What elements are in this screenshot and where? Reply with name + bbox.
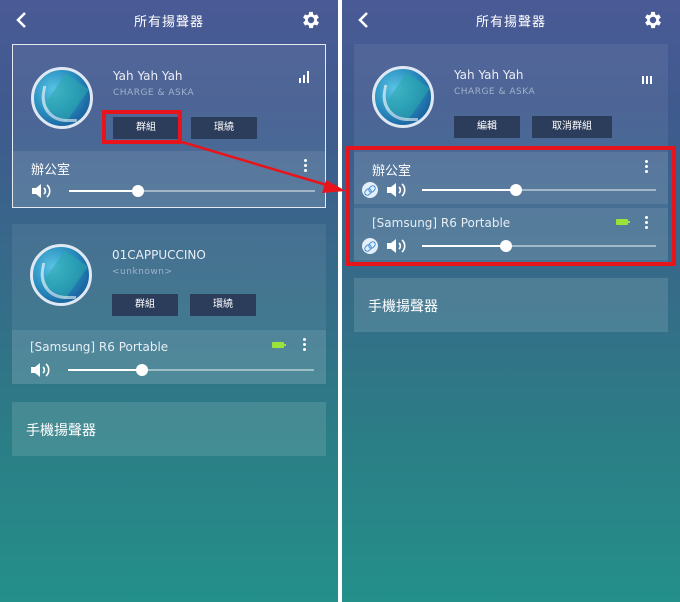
more-options-icon[interactable] bbox=[303, 159, 307, 173]
speaker-card-samsung: 01CAPPUCCINO <unknown> 群組 環繞 [Samsung] R… bbox=[12, 224, 326, 384]
group-button[interactable]: 群組 bbox=[113, 117, 179, 139]
page-title: 所有揚聲器 bbox=[133, 15, 204, 30]
more-options-icon[interactable] bbox=[644, 160, 648, 174]
more-options-icon[interactable] bbox=[644, 216, 648, 230]
volume-slider[interactable] bbox=[422, 240, 656, 252]
volume-slider[interactable] bbox=[69, 185, 315, 197]
left-screen: 所有揚聲器 Yah Yah Yah CHARGE & ASKA 群組 環繞 辦公… bbox=[0, 0, 338, 602]
phone-speakers-card[interactable]: 手機揚聲器 bbox=[354, 278, 668, 332]
surround-button[interactable]: 環繞 bbox=[190, 294, 256, 316]
page-title: 所有揚聲器 bbox=[475, 15, 546, 30]
speaker-volume-icon[interactable] bbox=[30, 362, 52, 378]
device-row: [Samsung] R6 Portable bbox=[354, 208, 668, 260]
volume-slider-knob[interactable] bbox=[131, 185, 144, 197]
volume-slider[interactable] bbox=[422, 184, 656, 196]
device-name: [Samsung] R6 Portable bbox=[30, 340, 169, 354]
phone-speakers-label: 手機揚聲器 bbox=[368, 299, 438, 315]
top-bar: 所有揚聲器 bbox=[342, 0, 680, 40]
room-name: 辦公室 bbox=[372, 164, 412, 179]
speaker-volume-icon[interactable] bbox=[31, 183, 53, 199]
speaker-volume-icon[interactable] bbox=[386, 182, 408, 198]
gear-icon[interactable] bbox=[300, 9, 322, 31]
song-title: 01CAPPUCCINO bbox=[112, 248, 206, 262]
volume-slider-knob[interactable] bbox=[135, 364, 148, 376]
artist-name: CHARGE & ASKA bbox=[454, 87, 536, 97]
battery-icon bbox=[616, 219, 630, 225]
pause-bars-icon bbox=[642, 72, 654, 84]
phone-speakers-card[interactable]: 手機揚聲器 bbox=[12, 402, 326, 456]
album-art bbox=[31, 67, 93, 129]
group-button[interactable]: 群組 bbox=[112, 294, 178, 316]
more-options-icon[interactable] bbox=[302, 338, 306, 352]
right-screen: 所有揚聲器 Yah Yah Yah CHARGE & ASKA 編輯 取消群組 … bbox=[342, 0, 680, 602]
device-name: [Samsung] R6 Portable bbox=[372, 216, 511, 230]
album-art bbox=[30, 244, 92, 306]
device-row: [Samsung] R6 Portable bbox=[12, 330, 326, 384]
artist-name: CHARGE & ASKA bbox=[113, 88, 195, 98]
room-row: 辦公室 bbox=[354, 152, 668, 204]
group-card: Yah Yah Yah CHARGE & ASKA 編輯 取消群組 辦公室 [S… bbox=[354, 44, 668, 262]
signal-icon bbox=[299, 71, 311, 83]
volume-slider-knob[interactable] bbox=[509, 184, 522, 196]
volume-slider-knob[interactable] bbox=[500, 240, 513, 252]
album-art bbox=[372, 66, 434, 128]
song-title: Yah Yah Yah bbox=[113, 69, 183, 83]
speaker-card-office: Yah Yah Yah CHARGE & ASKA 群組 環繞 辦公室 bbox=[12, 44, 326, 208]
ungroup-button[interactable]: 取消群組 bbox=[532, 116, 612, 138]
speaker-volume-icon[interactable] bbox=[386, 238, 408, 254]
link-icon bbox=[362, 238, 378, 254]
link-icon bbox=[362, 182, 378, 198]
phone-speakers-label: 手機揚聲器 bbox=[26, 423, 96, 439]
room-name: 辦公室 bbox=[31, 163, 71, 178]
song-title: Yah Yah Yah bbox=[454, 68, 524, 82]
artist-name: <unknown> bbox=[112, 267, 173, 277]
battery-icon bbox=[272, 342, 286, 348]
volume-slider[interactable] bbox=[68, 364, 314, 376]
room-row: 辦公室 bbox=[13, 151, 325, 207]
gear-icon[interactable] bbox=[642, 9, 664, 31]
top-bar: 所有揚聲器 bbox=[0, 0, 338, 40]
edit-button[interactable]: 編輯 bbox=[454, 116, 520, 138]
surround-button[interactable]: 環繞 bbox=[191, 117, 257, 139]
